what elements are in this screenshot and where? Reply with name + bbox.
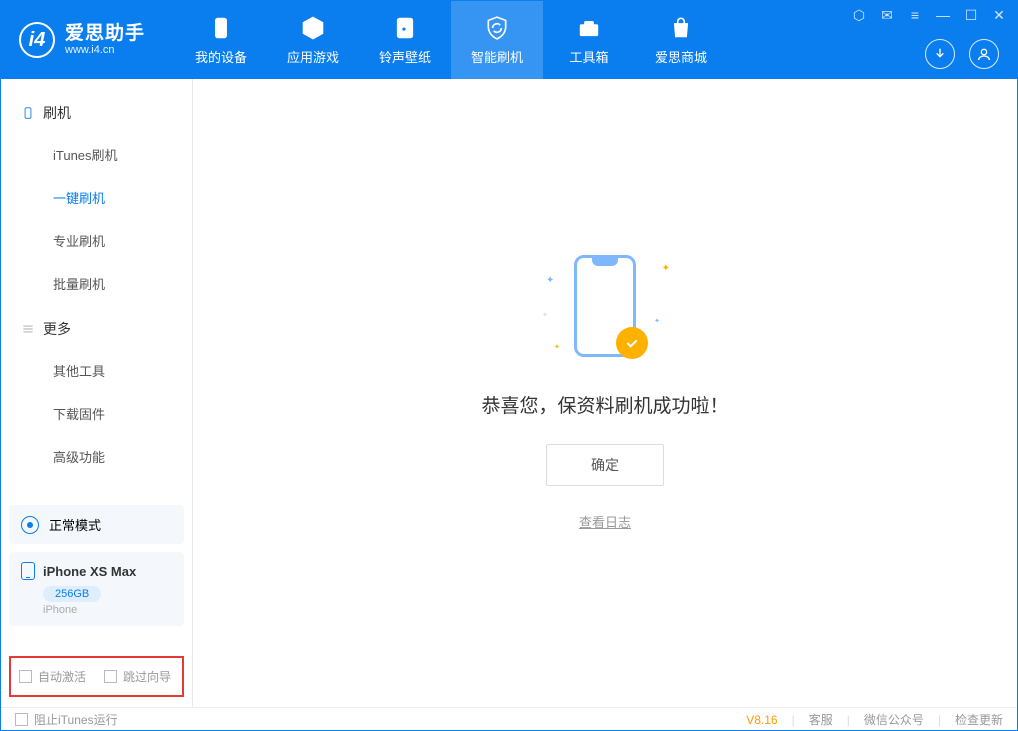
tab-label: 应用游戏 [287, 47, 339, 66]
check-update-link[interactable]: 检查更新 [955, 711, 1003, 728]
maximize-button[interactable]: ☐ [963, 7, 979, 24]
options-highlight-box: 自动激活 跳过向导 [9, 656, 184, 697]
device-type: iPhone [43, 604, 172, 616]
tab-store[interactable]: 爱思商城 [635, 1, 727, 79]
app-header: i4 爱思助手 www.i4.cn 我的设备 应用游戏 铃声壁纸 智能刷机 工具… [1, 1, 1017, 79]
mode-icon [21, 516, 39, 534]
sidebar-item-pro-flash[interactable]: 专业刷机 [1, 219, 192, 262]
sidebar-group-flash: 刷机 [1, 89, 192, 133]
window-controls: ⬡ ✉ ≡ — ☐ ✕ [851, 7, 1007, 24]
user-button[interactable] [969, 39, 999, 69]
version-label: V8.16 [746, 713, 777, 727]
device-card[interactable]: iPhone XS Max 256GB iPhone [9, 552, 184, 626]
tab-label: 爱思商城 [655, 47, 707, 66]
music-file-icon [392, 15, 418, 41]
device-mode-panel[interactable]: 正常模式 [9, 505, 184, 544]
device-name: iPhone XS Max [43, 564, 136, 579]
nav-tabs: 我的设备 应用游戏 铃声壁纸 智能刷机 工具箱 爱思商城 [175, 1, 727, 79]
tab-label: 我的设备 [195, 47, 247, 66]
tab-label: 工具箱 [570, 47, 609, 66]
status-bar: 阻止iTunes运行 V8.16 | 客服 | 微信公众号 | 检查更新 [1, 707, 1017, 731]
toolbox-icon [576, 15, 602, 41]
bag-icon [668, 15, 694, 41]
sidebar-item-advanced[interactable]: 高级功能 [1, 435, 192, 478]
shield-refresh-icon [484, 15, 510, 41]
success-illustration: ✦ ✦ ✦ ✦ ✦ [540, 255, 670, 365]
minimize-button[interactable]: — [935, 7, 951, 24]
close-button[interactable]: ✕ [991, 7, 1007, 24]
tab-flash[interactable]: 智能刷机 [451, 1, 543, 79]
app-subtitle: www.i4.cn [65, 44, 145, 56]
sidebar-item-download-fw[interactable]: 下载固件 [1, 392, 192, 435]
ok-button[interactable]: 确定 [546, 444, 664, 486]
main-content: ✦ ✦ ✦ ✦ ✦ 恭喜您，保资料刷机成功啦！ 确定 查看日志 [193, 79, 1017, 707]
sidebar: 刷机 iTunes刷机 一键刷机 专业刷机 批量刷机 更多 其他工具 下载固件 … [1, 79, 193, 707]
cube-icon [300, 15, 326, 41]
success-message: 恭喜您，保资料刷机成功啦！ [481, 391, 728, 418]
checkbox-skip-guide[interactable]: 跳过向导 [104, 668, 171, 685]
header-actions [925, 39, 999, 69]
device-icon [208, 15, 234, 41]
phone-icon [21, 106, 35, 120]
download-button[interactable] [925, 39, 955, 69]
tab-apps[interactable]: 应用游戏 [267, 1, 359, 79]
support-link[interactable]: 客服 [809, 711, 833, 728]
tab-toolbox[interactable]: 工具箱 [543, 1, 635, 79]
sidebar-item-oneclick-flash[interactable]: 一键刷机 [1, 176, 192, 219]
app-title: 爱思助手 [65, 24, 145, 45]
sidebar-item-other-tools[interactable]: 其他工具 [1, 349, 192, 392]
success-check-icon [616, 327, 648, 359]
device-mode-label: 正常模式 [49, 515, 101, 534]
checkbox-block-itunes[interactable]: 阻止iTunes运行 [15, 711, 118, 728]
checkbox-icon [19, 670, 32, 683]
tab-label: 智能刷机 [471, 47, 523, 66]
tab-label: 铃声壁纸 [379, 47, 431, 66]
skin-icon[interactable]: ⬡ [851, 7, 867, 24]
checkbox-icon [104, 670, 117, 683]
wechat-link[interactable]: 微信公众号 [864, 711, 924, 728]
sidebar-group-more: 更多 [1, 305, 192, 349]
sidebar-item-itunes-flash[interactable]: iTunes刷机 [1, 133, 192, 176]
checkbox-icon [15, 713, 28, 726]
logo-area: i4 爱思助手 www.i4.cn [1, 22, 163, 58]
menu-icon[interactable]: ≡ [907, 7, 923, 24]
storage-badge: 256GB [43, 586, 101, 602]
sidebar-item-batch-flash[interactable]: 批量刷机 [1, 262, 192, 305]
phone-icon [21, 562, 35, 580]
tab-ringtones[interactable]: 铃声壁纸 [359, 1, 451, 79]
checkbox-auto-activate[interactable]: 自动激活 [19, 668, 86, 685]
tab-my-device[interactable]: 我的设备 [175, 1, 267, 79]
logo-icon: i4 [19, 22, 55, 58]
feedback-icon[interactable]: ✉ [879, 7, 895, 24]
view-log-link[interactable]: 查看日志 [579, 512, 631, 531]
list-icon [21, 322, 35, 336]
